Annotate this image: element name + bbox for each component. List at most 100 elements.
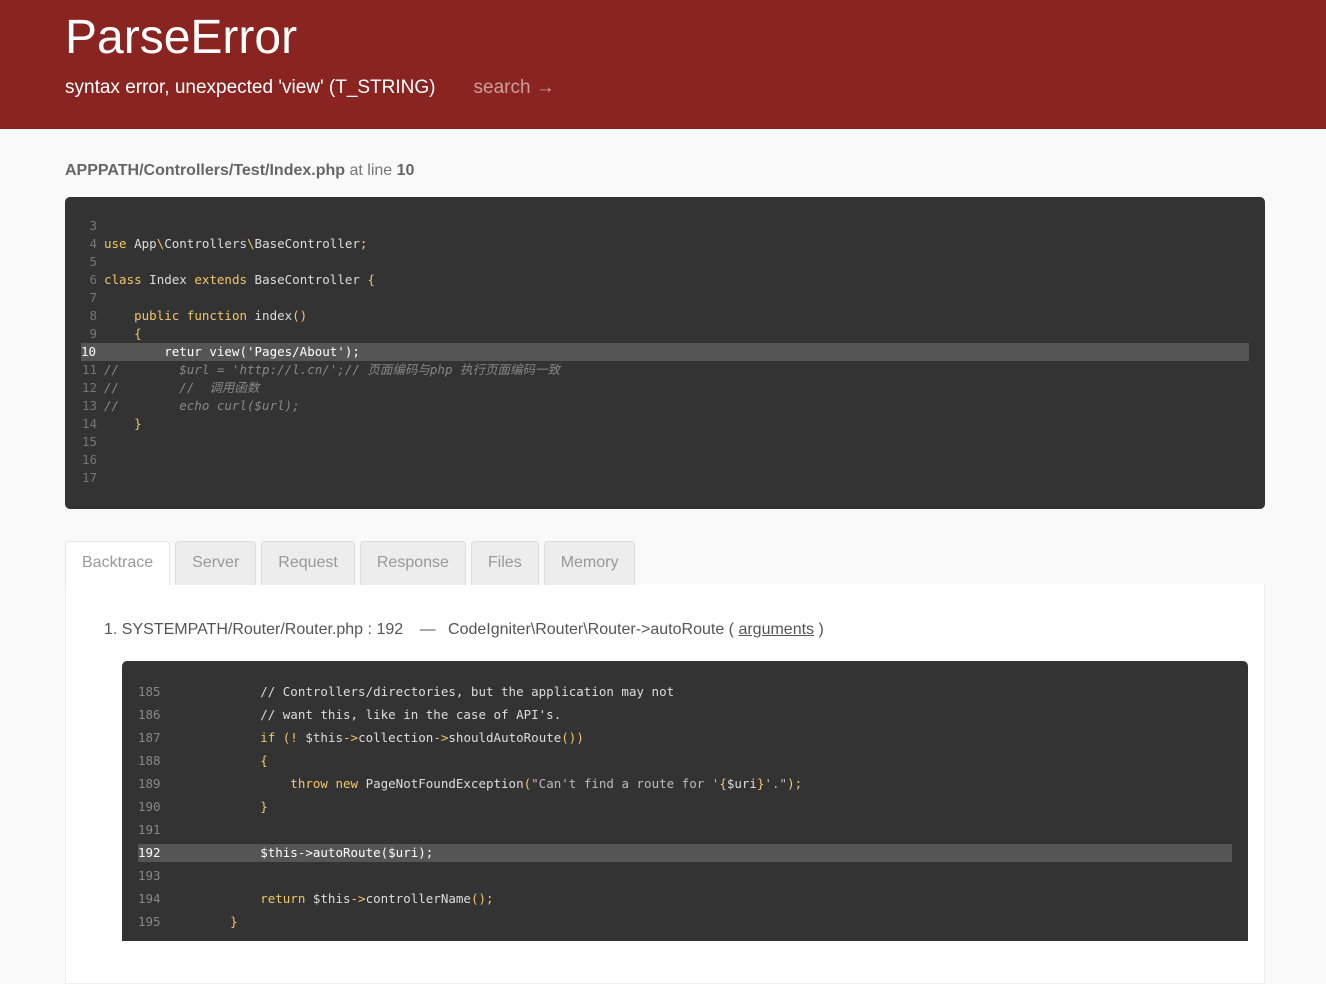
code-token: -> — [343, 730, 359, 745]
tab-server[interactable]: Server — [175, 541, 257, 585]
code-token: '." — [764, 776, 788, 791]
code-token: $this->autoRoute($uri); — [200, 845, 434, 860]
code-line: 195 } — [138, 913, 1232, 936]
code-line: 7 — [81, 289, 1249, 307]
code-token: BaseController — [247, 272, 368, 287]
line-number: 189 — [138, 776, 161, 791]
line-number: 10 — [396, 162, 415, 179]
code-token: // Controllers/directories, but the appl… — [200, 684, 675, 699]
at-line-label: at line — [349, 162, 393, 179]
code-token: public function — [134, 308, 247, 323]
line-number: 7 — [89, 290, 97, 305]
line-number: 3 — [89, 218, 97, 233]
code-token: Index — [141, 272, 195, 287]
code-line: 3 — [81, 217, 1249, 235]
tab-files[interactable]: Files — [470, 541, 539, 585]
line-number: 11 — [81, 362, 97, 377]
backtrace-index: 1. — [104, 621, 118, 638]
code-token: \ — [247, 236, 255, 251]
code-line: 187 if (! $this->collection->shouldAutoR… — [138, 729, 1232, 752]
source-code-block: 3 4 use App\Controllers\BaseController; 5 6 c… — [65, 197, 1265, 509]
arguments-link[interactable]: arguments — [738, 621, 814, 638]
tab-response[interactable]: Response — [359, 541, 466, 585]
code-token: collection — [358, 730, 434, 745]
code-token: } — [200, 914, 238, 929]
backtrace-source-block: 185 // Controllers/directories, but the … — [122, 661, 1248, 941]
tab-request[interactable]: Request — [261, 541, 355, 585]
line-number: 193 — [138, 868, 161, 883]
backtrace-function: CodeIgniter\Router\Router->autoRoute — [448, 621, 725, 638]
line-number: 191 — [138, 822, 161, 837]
code-token: App — [126, 236, 157, 251]
code-token: } — [134, 416, 142, 431]
code-token: shouldAutoRoute — [448, 730, 562, 745]
line-number: 17 — [81, 470, 97, 485]
code-token: // // 调用函数 — [104, 380, 260, 395]
code-line: 185 // Controllers/directories, but the … — [138, 683, 1232, 706]
code-line: 13 // echo curl($url); — [81, 397, 1249, 415]
file-path: APPPATH/Controllers/Test/Index.php — [65, 162, 346, 179]
backtrace-panel: 1. SYSTEMPATH/Router/Router.php : 192 — … — [65, 584, 1265, 984]
error-header: ParseError syntax error, unexpected 'vie… — [0, 0, 1326, 129]
code-line: 189 throw new PageNotFoundException("Can… — [138, 775, 1232, 798]
line-number: 13 — [81, 398, 97, 413]
code-token: -> — [433, 730, 449, 745]
code-token: () — [292, 308, 308, 323]
line-number: 16 — [81, 452, 97, 467]
code-line: 5 — [81, 253, 1249, 271]
main-content: APPPATH/Controllers/Test/Index.php at li… — [0, 129, 1326, 984]
line-number: 185 — [138, 684, 161, 699]
code-token: PageNotFoundException — [358, 776, 524, 791]
line-number: 14 — [81, 416, 97, 431]
tab-bar: Backtrace Server Request Response Files Memor… — [65, 541, 1265, 585]
code-token: } — [200, 799, 268, 814]
code-line: 12 // // 调用函数 — [81, 379, 1249, 397]
line-number: 194 — [138, 891, 161, 906]
error-location: APPPATH/Controllers/Test/Index.php at li… — [65, 161, 1265, 181]
line-number: 186 — [138, 707, 161, 722]
line-number: 15 — [81, 434, 97, 449]
code-line: 16 — [81, 451, 1249, 469]
code-line: 17 — [81, 469, 1249, 487]
code-token: (); — [470, 891, 494, 906]
error-subline: syntax error, unexpected 'view' (T_STRIN… — [65, 74, 1261, 102]
backtrace-close-paren: ) — [818, 621, 824, 638]
backtrace-separator: — — [419, 621, 436, 638]
tab-memory[interactable]: Memory — [543, 541, 636, 585]
code-token: $uri — [726, 776, 757, 791]
code-line: 194 return $this->controllerName(); — [138, 890, 1232, 913]
error-message: syntax error, unexpected 'view' (T_STRIN… — [65, 77, 436, 98]
line-number: 4 — [89, 236, 97, 251]
code-line: 191 — [138, 821, 1232, 844]
code-token: $this — [297, 730, 343, 745]
tab-backtrace[interactable]: Backtrace — [65, 541, 171, 585]
line-number: 5 — [89, 254, 97, 269]
line-number: 10 — [81, 344, 97, 359]
code-token: "Can't find a route for ' — [531, 776, 720, 791]
code-line: 186 // want this, like in the case of AP… — [138, 706, 1232, 729]
code-token: $this — [305, 891, 351, 906]
backtrace-colon: : — [367, 621, 372, 638]
code-line: 188 { — [138, 752, 1232, 775]
code-token: // echo curl($url); — [104, 398, 300, 413]
code-line: 10 retur view('Pages/About'); — [81, 343, 1249, 361]
code-token: ); — [787, 776, 803, 791]
code-token: index — [247, 308, 293, 323]
code-token: { — [134, 326, 142, 341]
line-number: 12 — [81, 380, 97, 395]
line-number: 8 — [89, 308, 97, 323]
code-token: ()) — [561, 730, 584, 745]
code-token: retur view('Pages/About'); — [104, 344, 360, 359]
line-number: 187 — [138, 730, 161, 745]
backtrace-item: 1. SYSTEMPATH/Router/Router.php : 192 — … — [104, 620, 1248, 640]
code-token: use — [104, 236, 127, 251]
backtrace-open-paren: ( — [728, 621, 734, 638]
code-token: { — [719, 776, 727, 791]
code-token: { — [367, 272, 375, 287]
line-number: 190 — [138, 799, 161, 814]
code-line: 190 } — [138, 798, 1232, 821]
backtrace-file: SYSTEMPATH/Router/Router.php — [121, 621, 364, 638]
search-link[interactable]: search → — [474, 74, 555, 102]
